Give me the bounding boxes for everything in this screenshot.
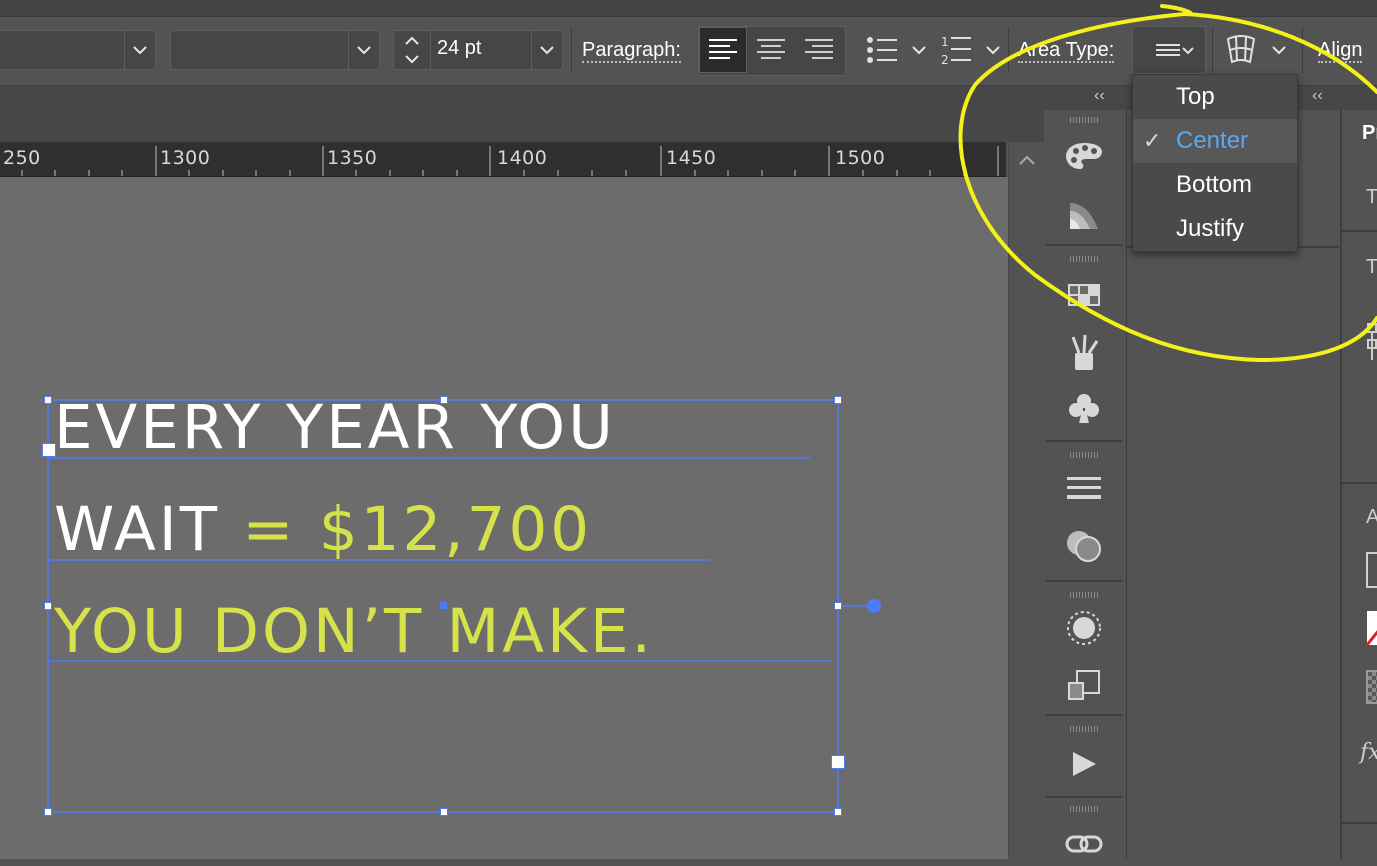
- panel-dock: [1046, 110, 1122, 859]
- bullets-button[interactable]: [864, 34, 900, 66]
- divider: [571, 27, 572, 73]
- links-icon[interactable]: [1062, 822, 1106, 866]
- divider: [1212, 27, 1213, 73]
- dock-grip[interactable]: [1070, 256, 1098, 262]
- artboard-canvas[interactable]: [0, 177, 1008, 859]
- dock-divider: [1046, 244, 1122, 246]
- menu-item-center[interactable]: ✓ Center: [1133, 119, 1297, 163]
- align-center-icon: [757, 39, 785, 59]
- ruler-label: 1400: [497, 147, 548, 169]
- menu-item-bottom[interactable]: Bottom: [1133, 163, 1297, 207]
- align-center-button[interactable]: [747, 27, 795, 73]
- svg-text:1: 1: [941, 35, 949, 49]
- bullets-dropdown-chevron-icon[interactable]: [904, 31, 934, 69]
- stroke-swatch-icon[interactable]: [1366, 610, 1377, 646]
- font-style-dropdown-chevron-icon[interactable]: [348, 31, 379, 69]
- stepper-up-icon[interactable]: [404, 36, 420, 46]
- envelope-warp-icon: [1226, 35, 1256, 64]
- partial-label: T: [1366, 186, 1377, 208]
- transparency-icon[interactable]: [1062, 524, 1106, 568]
- ruler-label: 250: [3, 147, 41, 169]
- scroll-up-icon[interactable]: [1018, 154, 1036, 166]
- dock-divider: [1046, 580, 1122, 582]
- dock-grip[interactable]: [1070, 452, 1098, 458]
- graphic-styles-icon[interactable]: [1062, 664, 1106, 708]
- dock-grip[interactable]: [1070, 806, 1098, 812]
- divider: [1302, 27, 1303, 73]
- align-objects-icon[interactable]: [1366, 322, 1377, 362]
- checkmark-icon: ✓: [1143, 128, 1162, 153]
- envelope-warp-button[interactable]: [1222, 33, 1260, 67]
- align-left-icon: [709, 39, 737, 59]
- align-right-button[interactable]: [795, 27, 843, 73]
- partial-label: T: [1366, 256, 1377, 278]
- dock-grip[interactable]: [1070, 726, 1098, 732]
- actions-play-icon[interactable]: [1062, 742, 1106, 786]
- collapse-panel-icon[interactable]: ‹‹: [1312, 87, 1323, 105]
- dock-divider: [1046, 440, 1122, 442]
- app-top-strip: [0, 0, 1377, 17]
- font-size-field[interactable]: 24 pt: [393, 30, 563, 70]
- collapse-dock-icon[interactable]: ‹‹: [1094, 87, 1105, 105]
- properties-panel-edge: Pr T T A fx: [1340, 110, 1377, 859]
- panel-divider: [1342, 482, 1377, 484]
- opacity-icon[interactable]: [1366, 670, 1377, 704]
- ruler-label: 1350: [327, 147, 378, 169]
- document-tab-strip: [0, 86, 1044, 142]
- font-size-stepper[interactable]: [394, 31, 431, 69]
- panel-divider: [1342, 822, 1377, 824]
- menu-item-top[interactable]: Top: [1133, 75, 1297, 119]
- area-type-label[interactable]: Area Type:: [1018, 39, 1115, 63]
- font-family-field[interactable]: [0, 30, 156, 70]
- color-guide-icon[interactable]: [1062, 192, 1106, 236]
- effects-fx-icon[interactable]: fx: [1360, 740, 1377, 765]
- properties-tab-partial-label[interactable]: Pr: [1362, 122, 1377, 145]
- paragraph-label[interactable]: Paragraph:: [582, 39, 681, 63]
- symbols-club-icon[interactable]: [1062, 386, 1106, 430]
- appearance-icon[interactable]: [1062, 606, 1106, 650]
- dock-divider: [1046, 714, 1122, 716]
- font-family-dropdown-chevron-icon[interactable]: [124, 31, 155, 69]
- fill-swatch[interactable]: [1366, 552, 1377, 588]
- font-size-dropdown-chevron-icon[interactable]: [531, 31, 562, 69]
- svg-text:2: 2: [941, 53, 949, 66]
- ruler-label: 1450: [666, 147, 717, 169]
- font-size-value[interactable]: 24 pt: [437, 37, 481, 60]
- dock-grip[interactable]: [1070, 117, 1098, 123]
- align-left-button[interactable]: [699, 27, 747, 73]
- panel-divider: [1342, 230, 1377, 232]
- ruler-label: 1300: [160, 147, 211, 169]
- dock-grip[interactable]: [1070, 592, 1098, 598]
- vertical-scrollbar[interactable]: [1008, 142, 1045, 859]
- align-right-icon: [805, 39, 833, 59]
- font-style-field[interactable]: [170, 30, 380, 70]
- numbered-list-icon: 1 2: [941, 35, 971, 66]
- numbering-dropdown-chevron-icon[interactable]: [978, 31, 1008, 69]
- partial-label: A: [1366, 506, 1377, 528]
- area-type-center-icon: [1156, 44, 1194, 56]
- horizontal-ruler[interactable]: 250 1300 1350 1400 1450 1500: [0, 142, 1006, 177]
- stepper-down-icon[interactable]: [404, 54, 420, 64]
- menu-item-center-label: Center: [1176, 127, 1249, 154]
- align-panel-link[interactable]: Align: [1318, 39, 1363, 63]
- brushes-icon[interactable]: [1062, 330, 1106, 374]
- area-type-menu: Top ✓ Center Bottom Justify: [1132, 74, 1298, 252]
- paragraph-align-group: [698, 26, 846, 76]
- dock-header: ‹‹: [1044, 86, 1126, 110]
- swatches-icon[interactable]: [1062, 273, 1106, 317]
- area-type-button[interactable]: [1132, 26, 1206, 74]
- numbering-button[interactable]: 1 2: [938, 33, 974, 67]
- dock-divider: [1046, 796, 1122, 798]
- divider: [1008, 27, 1009, 73]
- menu-item-justify[interactable]: Justify: [1133, 207, 1297, 251]
- color-palette-icon[interactable]: [1062, 134, 1106, 178]
- envelope-dropdown-chevron-icon[interactable]: [1264, 31, 1294, 69]
- ruler-label: 1500: [835, 147, 886, 169]
- stroke-icon[interactable]: [1062, 466, 1106, 510]
- bulleted-list-icon: [867, 37, 897, 63]
